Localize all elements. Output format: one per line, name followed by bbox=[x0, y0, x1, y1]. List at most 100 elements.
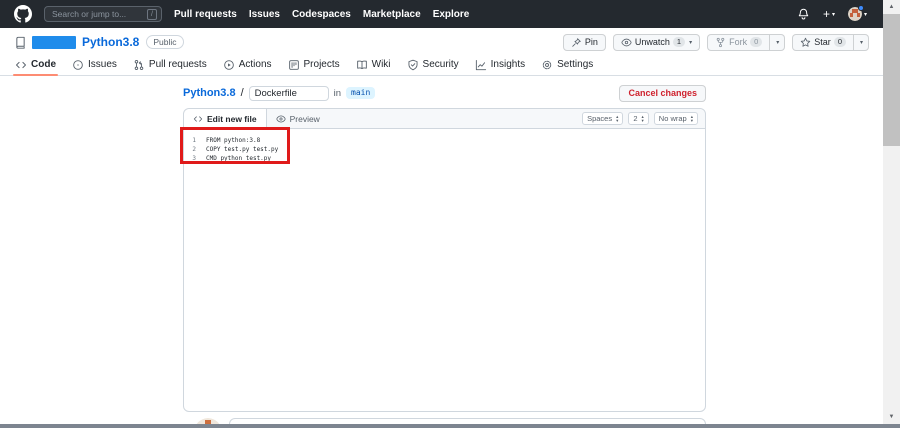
indent-size-value: 2 bbox=[633, 114, 638, 123]
tab-label: Security bbox=[422, 59, 459, 70]
window-bottom-edge bbox=[0, 424, 900, 428]
top-navigation: Pull requests Issues Codespaces Marketpl… bbox=[174, 9, 469, 20]
tab-pull-requests[interactable]: Pull requests bbox=[126, 54, 214, 75]
caret-down-icon: ▾ bbox=[689, 39, 693, 46]
repo-action-buttons: Pin Unwatch 1 ▾ Fork 0 ▾ Star 0 ▾ bbox=[562, 33, 869, 51]
preview-tab[interactable]: Preview bbox=[267, 109, 329, 128]
editor-header: Edit new file Preview Spaces ▴ ▾ 2 ▴ ▾ N… bbox=[184, 109, 705, 129]
notifications-bell-icon[interactable] bbox=[797, 8, 810, 21]
tab-settings[interactable]: Settings bbox=[534, 54, 600, 75]
tab-label: Projects bbox=[303, 59, 340, 70]
repo-header: Python3.8 Public Pin Unwatch 1 ▾ Fork 0 bbox=[0, 30, 883, 54]
scrollbar-thumb[interactable] bbox=[883, 14, 900, 146]
nav-marketplace[interactable]: Marketplace bbox=[363, 9, 421, 20]
caret-down-icon: ▾ bbox=[831, 11, 835, 18]
play-circle-icon bbox=[223, 59, 234, 70]
tab-label: Issues bbox=[88, 59, 117, 70]
unwatch-label: Unwatch bbox=[634, 37, 670, 47]
search-input[interactable] bbox=[52, 9, 143, 19]
pin-icon bbox=[572, 37, 581, 47]
visibility-badge: Public bbox=[146, 35, 184, 49]
scroll-up-button[interactable]: ▲ bbox=[883, 0, 900, 14]
tab-security[interactable]: Security bbox=[400, 54, 466, 75]
project-board-icon bbox=[288, 59, 299, 70]
filename-input[interactable] bbox=[248, 85, 329, 101]
star-label: Star bbox=[814, 37, 831, 47]
tab-label: Pull requests bbox=[148, 59, 207, 70]
breadcrumb-separator: / bbox=[240, 87, 244, 99]
tab-label: Wiki bbox=[371, 59, 391, 70]
slash-shortcut-hint: / bbox=[147, 8, 157, 20]
user-menu[interactable]: ▾ bbox=[847, 5, 867, 21]
gear-icon bbox=[542, 60, 552, 69]
tab-issues[interactable]: Issues bbox=[65, 54, 124, 75]
fork-dropdown-button[interactable]: ▾ bbox=[769, 33, 786, 51]
cancel-changes-button[interactable]: Cancel changes bbox=[619, 84, 706, 102]
tab-actions[interactable]: Actions bbox=[216, 54, 279, 75]
notification-dot bbox=[857, 5, 864, 11]
editor-settings: Spaces ▴ ▾ 2 ▴ ▾ No wrap ▴ ▾ bbox=[582, 109, 705, 128]
wiki-book-icon bbox=[356, 60, 367, 69]
tab-label: Actions bbox=[238, 59, 272, 70]
graph-icon bbox=[475, 59, 486, 70]
redacted-username bbox=[32, 35, 76, 49]
breadcrumb: Python3.8 / in main Cancel changes bbox=[183, 84, 706, 102]
repo-book-icon bbox=[14, 36, 27, 49]
indent-mode-select[interactable]: Spaces ▴ ▾ bbox=[582, 112, 624, 125]
star-button[interactable]: Star 0 bbox=[792, 33, 854, 51]
tab-code[interactable]: Code bbox=[8, 54, 63, 76]
create-new-button[interactable]: + ▾ bbox=[823, 8, 835, 20]
scroll-down-button[interactable]: ▼ bbox=[883, 410, 900, 424]
indent-size-select[interactable]: 2 ▴ ▾ bbox=[628, 112, 649, 125]
nav-explore[interactable]: Explore bbox=[433, 9, 470, 20]
fork-count: 0 bbox=[750, 37, 763, 47]
select-arrows-icon: ▴ ▾ bbox=[690, 113, 693, 123]
star-count: 0 bbox=[833, 37, 846, 47]
wrap-mode-select[interactable]: No wrap ▴ ▾ bbox=[653, 112, 698, 125]
vertical-scrollbar[interactable]: ▲ ▼ bbox=[883, 0, 900, 424]
caret-down-icon: ▾ bbox=[776, 39, 780, 46]
breadcrumb-repo-link[interactable]: Python3.8 bbox=[183, 87, 236, 99]
tab-wiki[interactable]: Wiki bbox=[349, 54, 398, 75]
star-icon bbox=[801, 37, 811, 47]
nav-issues[interactable]: Issues bbox=[249, 9, 280, 20]
eye-icon bbox=[621, 38, 632, 46]
repo-tab-bar: Code Issues Pull requests Actions Projec… bbox=[0, 54, 883, 76]
github-logo-icon[interactable] bbox=[14, 5, 32, 23]
code-icon bbox=[16, 61, 26, 68]
pin-button[interactable]: Pin bbox=[562, 33, 606, 51]
eye-icon bbox=[276, 115, 286, 122]
indent-mode-value: Spaces bbox=[587, 114, 613, 123]
pull-request-icon bbox=[134, 59, 144, 70]
avatar bbox=[847, 5, 864, 21]
wrap-mode-value: No wrap bbox=[658, 114, 687, 123]
caret-down-icon: ▾ bbox=[859, 39, 863, 46]
nav-codespaces[interactable]: Codespaces bbox=[292, 9, 351, 20]
tab-label: Settings bbox=[557, 59, 594, 70]
main-content: Python3.8 / in main Cancel changes Edit … bbox=[183, 84, 706, 412]
repo-name-link[interactable]: Python3.8 bbox=[82, 35, 139, 49]
preview-tab-label: Preview bbox=[289, 113, 320, 124]
global-search: / bbox=[44, 6, 162, 22]
code-icon bbox=[193, 115, 203, 122]
fork-label: Fork bbox=[729, 37, 748, 47]
tab-insights[interactable]: Insights bbox=[468, 54, 532, 75]
nav-pull-requests[interactable]: Pull requests bbox=[174, 9, 237, 20]
watch-count: 1 bbox=[672, 37, 686, 47]
select-arrows-icon: ▴ ▾ bbox=[616, 113, 619, 123]
fork-button-group: Fork 0 ▾ bbox=[707, 33, 786, 51]
fork-icon bbox=[716, 37, 725, 47]
fork-button[interactable]: Fork 0 bbox=[707, 33, 771, 51]
select-arrows-icon: ▴ ▾ bbox=[641, 113, 644, 123]
pin-label: Pin bbox=[584, 37, 598, 47]
tab-projects[interactable]: Projects bbox=[281, 54, 347, 75]
global-header: / Pull requests Issues Codespaces Market… bbox=[0, 0, 883, 28]
header-right-cluster: + ▾ ▾ bbox=[797, 5, 867, 21]
branch-badge: main bbox=[346, 87, 376, 99]
issue-icon bbox=[73, 59, 83, 70]
unwatch-button[interactable]: Unwatch 1 ▾ bbox=[612, 33, 701, 51]
star-dropdown-button[interactable]: ▾ bbox=[852, 33, 869, 51]
edit-file-tab[interactable]: Edit new file bbox=[184, 109, 267, 128]
tab-label: Code bbox=[31, 59, 56, 70]
caret-down-icon: ▾ bbox=[863, 11, 867, 18]
